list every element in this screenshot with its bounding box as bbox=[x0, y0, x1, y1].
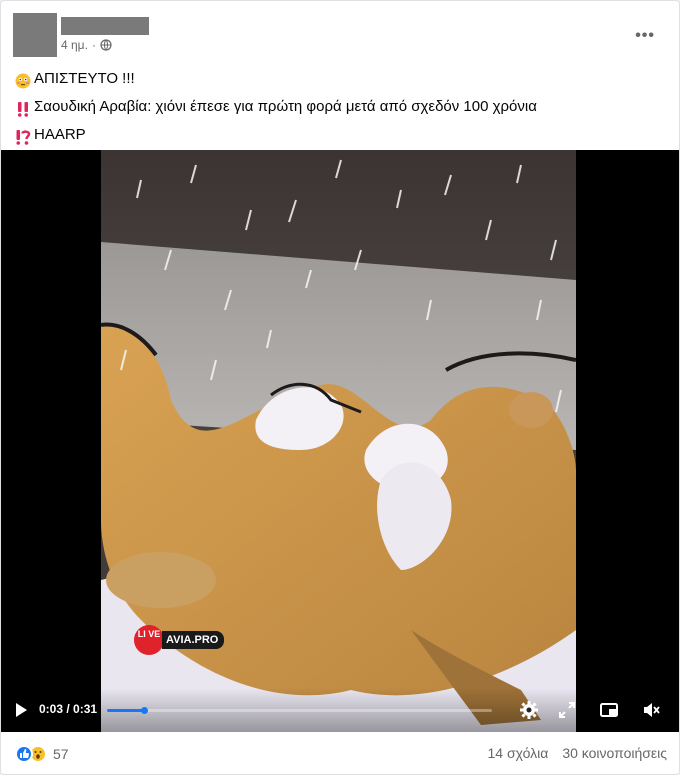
picture-in-picture-icon[interactable] bbox=[599, 700, 619, 720]
fullscreen-icon[interactable] bbox=[557, 700, 577, 720]
flushed-face-icon bbox=[15, 71, 31, 89]
watermark-live-badge: LI VE bbox=[134, 625, 164, 655]
comments-count[interactable]: 14 σχόλια bbox=[488, 745, 549, 761]
reactions-summary[interactable]: 57 bbox=[15, 745, 69, 763]
post-line-text: HAARP bbox=[34, 126, 86, 143]
post-line-text: Σαουδική Αραβία: χιόνι έπεσε για πρώτη φ… bbox=[34, 98, 537, 115]
meta-separator: · bbox=[91, 38, 96, 52]
reaction-count[interactable]: 57 bbox=[53, 746, 69, 762]
post-header: 4 ημ. · ••• bbox=[13, 13, 669, 57]
video-controls: 0:03 / 0:31 bbox=[1, 688, 679, 732]
watermark: LI VE AVIA.PRO bbox=[134, 625, 225, 655]
post-text: ΑΠΙΣΤΕΥΤΟ !!! Σαουδική Αραβία: χιόνι έπε… bbox=[15, 65, 665, 149]
video-player[interactable]: LI VE AVIA.PRO 0:03 / 0:31 bbox=[1, 150, 679, 732]
post-meta: 4 ημ. · bbox=[61, 38, 112, 52]
play-icon[interactable] bbox=[11, 700, 31, 720]
video-time: 0:03 / 0:31 bbox=[39, 702, 98, 716]
engagement-stats: 14 σχόλια 30 κοινοποιήσεις bbox=[488, 745, 667, 761]
settings-gear-icon[interactable] bbox=[519, 700, 539, 720]
avatar[interactable] bbox=[13, 13, 57, 57]
post-line: Σαουδική Αραβία: χιόνι έπεσε για πρώτη φ… bbox=[15, 93, 665, 121]
progress-fill bbox=[107, 709, 145, 712]
post-line: HAARP bbox=[15, 121, 665, 149]
more-options-icon[interactable]: ••• bbox=[635, 27, 655, 45]
shares-count[interactable]: 30 κοινοποιήσεις bbox=[562, 745, 667, 761]
double-exclamation-icon bbox=[15, 99, 31, 117]
like-reaction-icon bbox=[15, 745, 33, 763]
progress-handle[interactable] bbox=[141, 707, 149, 714]
post-line: ΑΠΙΣΤΕΥΤΟ !!! bbox=[15, 65, 665, 93]
globe-icon bbox=[100, 39, 112, 51]
exclamation-question-icon bbox=[15, 127, 31, 145]
post-time[interactable]: 4 ημ. bbox=[61, 38, 88, 52]
post-card: 4 ημ. · ••• ΑΠΙΣΤΕΥΤΟ !!! Σαουδική Αραβί… bbox=[0, 0, 680, 775]
author-name-redacted[interactable] bbox=[61, 17, 149, 35]
post-line-text: ΑΠΙΣΤΕΥΤΟ !!! bbox=[34, 70, 135, 87]
post-footer: 57 14 σχόλια 30 κοινοποιήσεις bbox=[15, 745, 667, 767]
muted-volume-icon[interactable] bbox=[641, 700, 661, 720]
watermark-text: AVIA.PRO bbox=[162, 631, 225, 649]
progress-bar[interactable] bbox=[107, 707, 492, 714]
